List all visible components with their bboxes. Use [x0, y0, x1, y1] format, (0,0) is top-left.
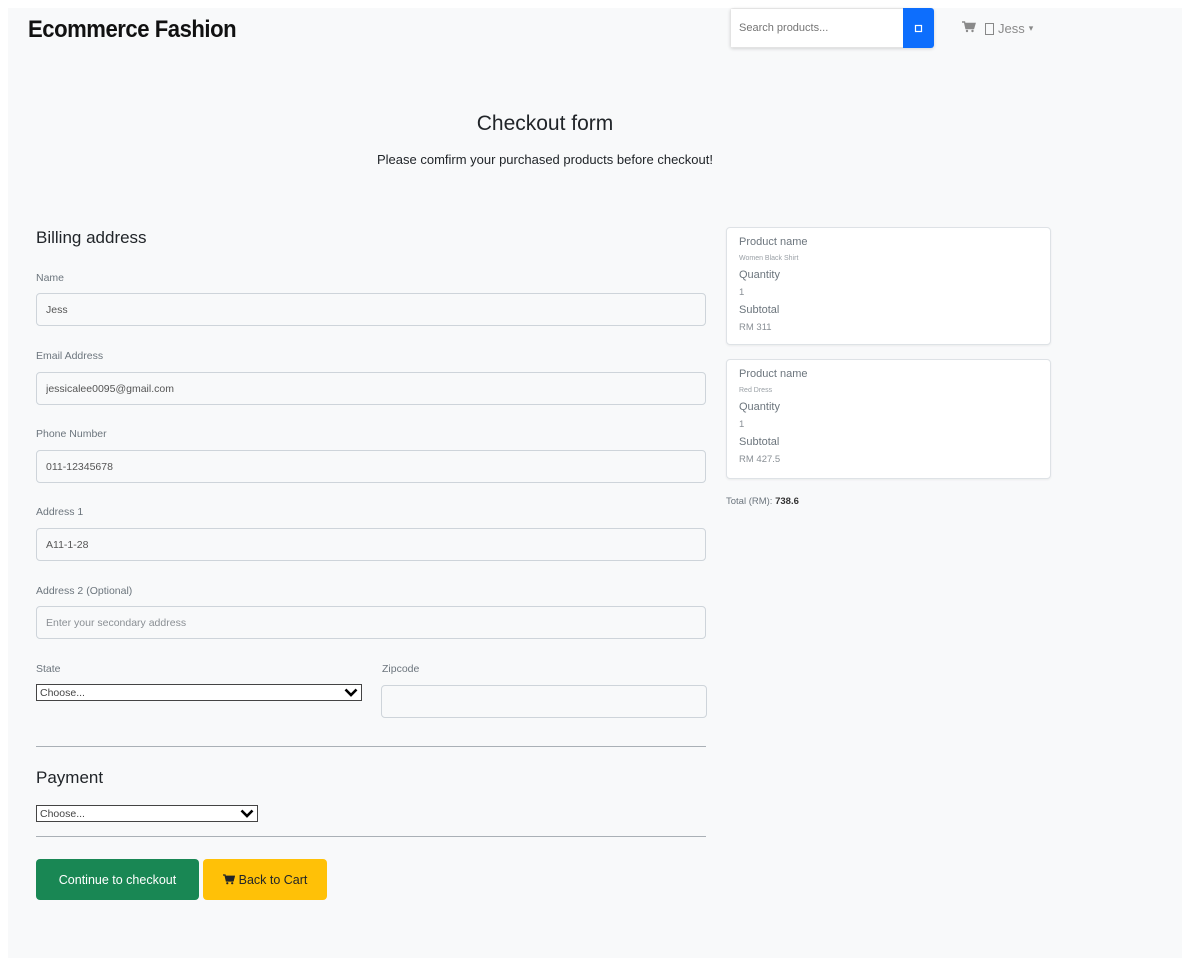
subtotal-label: Subtotal	[739, 436, 780, 448]
cart-icon	[222, 874, 235, 885]
name-field[interactable]	[36, 293, 706, 326]
quantity-label: Quantity	[739, 269, 780, 281]
address1-label: Address 1	[36, 506, 84, 518]
cart-item-card: Product name Red Dress Quantity 1 Subtot…	[726, 359, 1051, 479]
back-to-cart-button[interactable]: Back to Cart	[203, 859, 327, 900]
back-to-cart-label: Back to Cart	[238, 872, 308, 887]
zipcode-field[interactable]	[381, 685, 707, 718]
page-title: Checkout form	[476, 112, 614, 135]
divider	[36, 746, 706, 747]
subtotal-value: RM 311	[739, 322, 772, 333]
quantity-label: Quantity	[739, 401, 780, 413]
search-icon	[914, 24, 923, 32]
quantity-value: 1	[739, 287, 745, 298]
cart-icon	[962, 21, 976, 33]
user-icon	[985, 22, 994, 35]
cart-item-card: Product name Women Black Shirt Quantity …	[726, 227, 1051, 345]
email-label: Email Address	[36, 350, 104, 362]
product-name-label: Product name	[739, 236, 808, 248]
phone-field[interactable]	[36, 450, 706, 483]
chevron-down-icon	[240, 809, 254, 818]
order-total: Total (RM): 738.6	[726, 496, 799, 507]
state-select-value: Choose...	[40, 686, 85, 699]
product-name: Women Black Shirt	[739, 255, 799, 262]
product-name-label: Product name	[739, 368, 808, 380]
phone-label: Phone Number	[36, 428, 107, 440]
nav-right: Jess ▾	[962, 21, 1033, 36]
payment-select-value: Choose...	[40, 807, 85, 820]
page: Ecommerce Fashion Jess ▾ Checkout form P…	[8, 8, 1182, 958]
continue-checkout-button[interactable]: Continue to checkout	[36, 859, 199, 900]
search-button[interactable]	[903, 8, 934, 48]
cart-link[interactable]	[962, 21, 976, 36]
payment-select[interactable]: Choose...	[36, 805, 258, 822]
chevron-down-icon	[344, 688, 358, 697]
brand-logo[interactable]: Ecommerce Fashion	[28, 16, 237, 44]
subtotal-value: RM 427.5	[739, 454, 781, 465]
user-name: Jess	[998, 21, 1025, 36]
state-select[interactable]: Choose...	[36, 684, 362, 701]
zipcode-label: Zipcode	[382, 663, 420, 675]
address2-label: Address 2 (Optional)	[36, 585, 133, 597]
user-menu[interactable]: Jess ▾	[985, 21, 1033, 36]
payment-title: Payment	[36, 768, 104, 787]
state-label: State	[36, 663, 61, 675]
subtotal-label: Subtotal	[739, 304, 780, 316]
chevron-down-icon: ▾	[1028, 23, 1034, 33]
email-field[interactable]	[36, 372, 706, 405]
search-bar	[730, 8, 934, 48]
product-name: Red Dress	[739, 387, 773, 394]
page-subtitle: Please comfirm your purchased products b…	[376, 152, 713, 167]
quantity-value: 1	[739, 419, 745, 430]
search-input[interactable]	[730, 8, 903, 48]
address2-field[interactable]	[36, 606, 706, 639]
total-value: 738.6	[775, 496, 799, 507]
billing-title: Billing address	[36, 228, 147, 247]
continue-checkout-label: Continue to checkout	[58, 872, 177, 887]
divider	[36, 836, 706, 837]
total-label: Total (RM):	[726, 496, 773, 507]
address1-field[interactable]	[36, 528, 706, 561]
name-label: Name	[36, 272, 65, 284]
